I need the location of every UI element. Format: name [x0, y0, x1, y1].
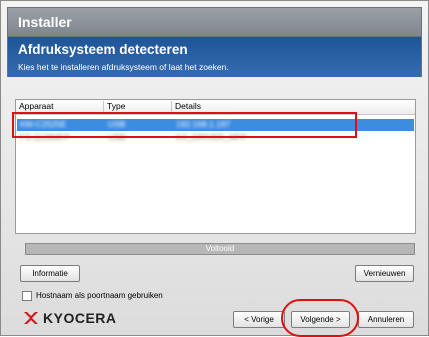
- title-bar: Installer: [7, 7, 422, 37]
- installer-window: Installer Afdruksysteem detecteren Kies …: [0, 0, 429, 337]
- info-button[interactable]: Informatie: [20, 265, 80, 282]
- cancel-button[interactable]: Annuleren: [358, 311, 414, 328]
- detection-progress-bar: Voltooid: [25, 243, 415, 255]
- annotation-circle: [281, 299, 359, 337]
- progress-label: Voltooid: [205, 244, 235, 253]
- hostname-checkbox[interactable]: [22, 291, 32, 301]
- page-header: Afdruksysteem detecteren Kies het te ins…: [7, 37, 422, 77]
- refresh-button[interactable]: Vernieuwen: [355, 265, 414, 282]
- annotation-box: [12, 112, 357, 138]
- window-title: Installer: [18, 14, 72, 30]
- page-instruction: Kies het te installeren afdruksysteem of…: [18, 62, 229, 72]
- hostname-checkbox-label[interactable]: Hostnaam als poortnaam gebruiken: [36, 291, 163, 300]
- page-title: Afdruksysteem detecteren: [18, 42, 188, 57]
- brand-name: KYOCERA: [43, 310, 117, 326]
- kyocera-mark-icon: [24, 312, 38, 324]
- back-button[interactable]: < Vorige: [233, 311, 285, 328]
